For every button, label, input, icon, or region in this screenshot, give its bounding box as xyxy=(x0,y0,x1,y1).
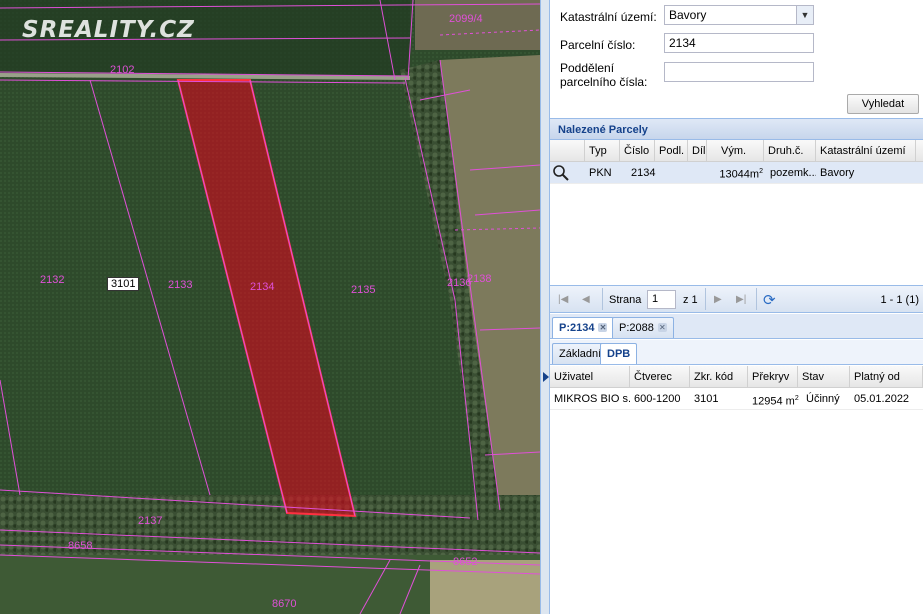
col-ctverec[interactable]: Čtverec xyxy=(630,366,690,387)
search-panel: Katastrální území: Bavory ▼ Parcelní čís… xyxy=(550,0,923,614)
cell-prekryv: 12954 m2 xyxy=(748,388,802,409)
magnifier-icon[interactable] xyxy=(550,162,585,183)
last-page-icon[interactable]: ▶| xyxy=(736,294,746,305)
refresh-icon[interactable]: ⟳ xyxy=(763,291,776,309)
pagination-toolbar: |◀ ◀ Strana 1 z 1 ▶ ▶| ⟳ 1 - 1 (1) xyxy=(550,285,923,313)
parcel-label: 2135 xyxy=(351,284,376,296)
col-dil[interactable]: Díl xyxy=(688,140,707,161)
first-page-icon[interactable]: |◀ xyxy=(558,294,568,305)
page-input[interactable]: 1 xyxy=(647,290,676,309)
tab-label: P:2134 xyxy=(559,322,595,334)
parcel-label: 2102 xyxy=(110,64,135,76)
subdivision-input[interactable] xyxy=(664,62,814,82)
found-parcels-header: Nalezené Parcely xyxy=(550,118,923,140)
detail-tab-bar: Základní DPB xyxy=(550,340,923,365)
divider xyxy=(756,288,757,310)
subdivision-label: Poddělení xyxy=(560,61,615,75)
pager-summary: 1 - 1 (1) xyxy=(880,294,919,306)
cadastral-select-value: Bavory xyxy=(669,8,707,22)
parcel-label: 2138 xyxy=(467,273,492,285)
cell-stav: Účinný xyxy=(806,393,840,405)
watermark-logo: SREALITY.CZ xyxy=(22,17,195,43)
tab-parcel-2088[interactable]: P:2088 ✕ xyxy=(612,317,674,338)
col-typ[interactable]: Typ xyxy=(585,140,620,161)
page-input-value: 1 xyxy=(652,293,659,305)
col-platny-od[interactable]: Platný od xyxy=(850,366,923,387)
map-overlay xyxy=(0,0,540,614)
col-podl[interactable]: Podl. xyxy=(655,140,688,161)
col-zkr-kod[interactable]: Zkr. kód xyxy=(690,366,748,387)
divider xyxy=(602,288,603,310)
tab-parcel-2134[interactable]: P:2134 ✕ xyxy=(552,317,615,338)
search-form: Katastrální území: Bavory ▼ Parcelní čís… xyxy=(550,0,923,118)
next-page-icon[interactable]: ▶ xyxy=(714,294,722,305)
cell-vym-unit: 2 xyxy=(759,168,763,175)
col-cislo[interactable]: Číslo xyxy=(620,140,655,161)
search-button[interactable]: Vyhledat xyxy=(847,94,919,114)
parcel-number-input[interactable]: 2134 xyxy=(664,33,814,53)
parcel-label: 2132 xyxy=(40,274,65,286)
subdivision-label-2: parcelního čísla: xyxy=(560,75,648,89)
tab-dpb[interactable]: DPB xyxy=(600,343,638,364)
cell-druh: pozemk... xyxy=(770,167,816,179)
cadastral-label: Katastrální území: xyxy=(560,10,657,24)
col-prekryv[interactable]: Překryv xyxy=(748,366,798,387)
tab-label: P:2088 xyxy=(619,322,654,334)
col-vym[interactable]: Vým. xyxy=(707,140,764,161)
close-icon[interactable]: ✕ xyxy=(598,323,608,332)
grid-header-icon-col xyxy=(550,140,585,161)
cell-typ: PKN xyxy=(589,167,612,179)
parcel-label: 2099/4 xyxy=(449,13,483,25)
parcel-label: 8670 xyxy=(272,598,297,610)
cell-zkr-kod: 3101 xyxy=(694,393,719,405)
cadastral-select[interactable]: Bavory ▼ xyxy=(664,5,814,25)
dpb-code-box: 3101 xyxy=(107,277,140,291)
divider xyxy=(705,288,706,310)
parcel-label-selected: 2134 xyxy=(250,281,275,293)
close-icon[interactable]: ✕ xyxy=(657,323,667,332)
parcel-label: 2137 xyxy=(138,515,163,527)
dpb-grid: Uživatel Čtverec Zkr. kód Překryv Stav P… xyxy=(550,366,923,410)
cell-katastralni-uzemi: Bavory xyxy=(820,167,855,179)
col-stav[interactable]: Stav xyxy=(798,366,850,387)
collapse-arrow-icon[interactable] xyxy=(543,372,549,382)
cell-ctverec: 600-1200 xyxy=(634,393,681,405)
col-uzivatel[interactable]: Uživatel xyxy=(550,366,630,387)
parcel-tab-bar: P:2134 ✕ P:2088 ✕ xyxy=(550,314,923,339)
grid-header: Uživatel Čtverec Zkr. kód Překryv Stav P… xyxy=(550,366,923,388)
parcel-label: 8652 xyxy=(453,556,478,568)
found-parcels-grid: Typ Číslo Podl. Díl Vým. Druh.č. Katastr… xyxy=(550,140,923,184)
page-label: Strana xyxy=(609,294,642,306)
cell-prekryv-value: 12954 m xyxy=(752,395,795,408)
col-katastralni-uzemi[interactable]: Katastrální území xyxy=(816,140,916,161)
prev-page-icon[interactable]: ◀ xyxy=(582,294,590,305)
parcel-number-value: 2134 xyxy=(669,36,696,50)
cell-vym: 13044m2 xyxy=(707,162,767,183)
parcel-label: 2133 xyxy=(168,279,193,291)
table-row[interactable]: PKN 2134 13044m2 pozemk... Bavory xyxy=(550,162,923,184)
cell-dil xyxy=(688,162,707,183)
chevron-down-icon[interactable]: ▼ xyxy=(796,6,813,24)
parcel-label: 8658 xyxy=(68,540,93,552)
cell-podl xyxy=(655,162,688,183)
page-count: z 1 xyxy=(683,294,698,306)
cell-uzivatel: MIKROS BIO s... xyxy=(554,393,630,405)
cell-vym-value: 13044m xyxy=(719,168,760,181)
cadastral-map[interactable]: SREALITY.CZ 2099/4 2102 2132 2133 2134 2… xyxy=(0,0,540,614)
col-druh[interactable]: Druh.č. xyxy=(764,140,816,161)
panel-splitter[interactable] xyxy=(540,0,550,614)
parcel-number-label: Parcelní číslo: xyxy=(560,38,636,52)
cell-platny-od: 05.01.2022 xyxy=(854,393,910,405)
cell-prekryv-unit: 2 xyxy=(794,395,799,402)
table-row[interactable]: MIKROS BIO s... 600-1200 3101 12954 m2 Ú… xyxy=(550,388,923,410)
grid-header: Typ Číslo Podl. Díl Vým. Druh.č. Katastr… xyxy=(550,140,923,162)
